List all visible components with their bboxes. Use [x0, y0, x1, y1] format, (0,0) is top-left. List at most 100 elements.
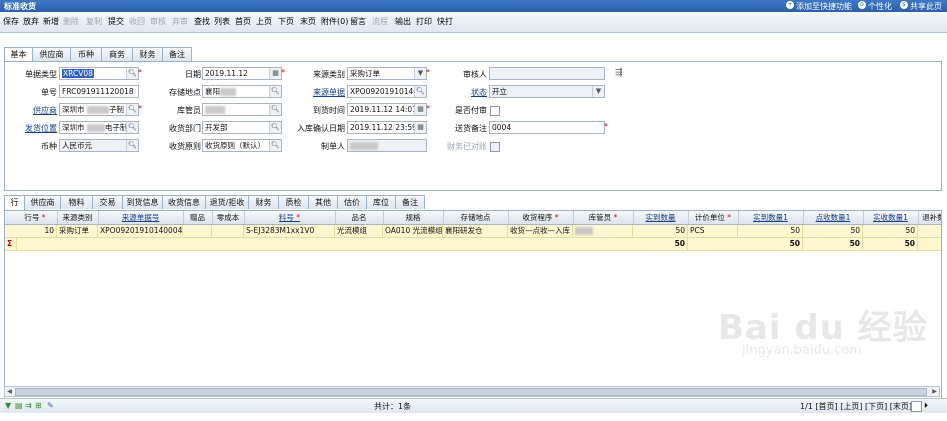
table-cell[interactable]: 采购订单	[57, 225, 98, 237]
filter-icon[interactable]: ▼	[5, 401, 11, 410]
edit-icon[interactable]: ✎	[47, 401, 54, 410]
table-cell[interactable]: 10	[13, 225, 57, 237]
ship-from-label[interactable]: 发货位置	[5, 123, 57, 134]
recv-dept-field[interactable]: 开发部 🔍︎	[202, 121, 282, 134]
table-cell[interactable]	[918, 225, 941, 237]
column-header[interactable]: 计价单位 *	[688, 211, 739, 224]
line-tab[interactable]: 质检	[278, 195, 309, 209]
line-tab[interactable]: 供应商	[24, 195, 61, 209]
calendar-icon[interactable]: ▦	[414, 104, 426, 115]
table-cell[interactable]: 50	[863, 225, 918, 237]
table-cell[interactable]: 50	[803, 225, 863, 237]
storage-field[interactable]: 襄阳 🔍︎	[202, 85, 282, 98]
date-field[interactable]: 2019.11.12 ▦	[202, 67, 282, 80]
toolbar-button[interactable]: 快打	[437, 16, 453, 27]
share-page-link[interactable]: s 共享此页	[900, 1, 942, 12]
toolbar-button[interactable]: 查找	[194, 16, 210, 27]
insert-row-icon[interactable]: ⇉	[25, 401, 32, 410]
column-header[interactable]: 存储地点	[443, 211, 509, 224]
column-header[interactable]: 库管员 *	[573, 211, 634, 224]
personalize-link[interactable]: o 个性化	[858, 1, 892, 12]
table-cell[interactable]: 襄阳研发仓	[443, 225, 508, 237]
header-tab[interactable]: 备注	[162, 47, 192, 61]
column-header[interactable]: 实收数量1	[863, 211, 919, 224]
search-icon[interactable]: 🔍︎	[126, 68, 138, 79]
search-icon[interactable]: 🔍︎	[269, 122, 281, 133]
scroll-thumb[interactable]	[15, 388, 927, 396]
line-tab[interactable]: 退货/拒收	[205, 195, 249, 209]
table-row[interactable]: 10 采购订单 XPO09201910140004... S-EJ3283M1xx1V…	[5, 225, 941, 238]
status-label[interactable]: 状态	[433, 87, 487, 98]
chevron-down-icon[interactable]: ▼	[414, 68, 426, 79]
line-tab[interactable]: 收货信息	[162, 195, 206, 209]
column-header[interactable]: 品名	[335, 211, 384, 224]
search-icon[interactable]: 🔍︎	[126, 140, 138, 151]
line-tab[interactable]: 行	[4, 195, 25, 210]
table-cell[interactable]: 收货—点收—入库	[508, 225, 573, 237]
horizontal-scrollbar[interactable]: ◀ ▶	[4, 386, 940, 397]
page-input[interactable]	[911, 401, 922, 412]
toolbar-button[interactable]: 首页	[235, 16, 251, 27]
src-type-select[interactable]: 采购订单 ▼	[347, 67, 427, 80]
toolbar-button[interactable]: 留言	[350, 16, 366, 27]
line-tab[interactable]: 财务	[248, 195, 279, 209]
column-header[interactable]: 赠品	[183, 211, 213, 224]
calendar-icon[interactable]: ▦	[414, 122, 426, 133]
column-header[interactable]: 点收数量1	[803, 211, 864, 224]
line-tab[interactable]: 物料	[60, 195, 93, 209]
table-cell[interactable]: XPO09201910140004...	[98, 225, 183, 237]
line-tab[interactable]: 备注	[395, 195, 425, 209]
table-cell[interactable]: 50	[633, 225, 688, 237]
header-tab[interactable]: 基本	[4, 47, 33, 62]
tree-expand-icon[interactable]: ⇶	[615, 68, 623, 78]
go-icon[interactable]: ⏵	[924, 401, 928, 411]
currency-field[interactable]: 人民币元 🔍︎	[59, 139, 139, 152]
keeper-field[interactable]: 🔍︎	[202, 103, 282, 116]
column-header[interactable]: 实到数量1	[738, 211, 804, 224]
src-doc-field[interactable]: XPO09201910140004 🔍︎	[347, 85, 427, 98]
recv-rule-field[interactable]: 收货原则（默认） 🔍︎	[202, 139, 282, 152]
search-icon[interactable]: 🔍︎	[414, 86, 426, 97]
toolbar-button[interactable]: 放弃	[23, 16, 39, 27]
column-header[interactable]: 零成本	[212, 211, 245, 224]
add-row-icon[interactable]: ▤	[15, 401, 23, 410]
table-cell[interactable]: 光流模组	[335, 225, 383, 237]
header-tab[interactable]: 币种	[70, 47, 102, 61]
column-header[interactable]: 行号 *	[13, 211, 58, 224]
column-header[interactable]: 来源类别	[57, 211, 99, 224]
ship-note-field[interactable]: 0004	[489, 121, 605, 134]
copy-row-icon[interactable]: ⊞	[35, 401, 42, 410]
column-header[interactable]: 退补数	[918, 211, 941, 224]
ship-from-field[interactable]: 深圳市 电子制 🔍︎	[59, 121, 139, 134]
add-shortcut-link[interactable]: + 添加至快捷功能	[786, 1, 852, 12]
arrive-time-field[interactable]: 2019.11.12 14:01:35 ▦	[347, 103, 427, 116]
table-cell[interactable]	[212, 225, 244, 237]
toolbar-button[interactable]: 提交	[108, 16, 124, 27]
search-icon[interactable]: 🔍︎	[269, 104, 281, 115]
column-header[interactable]: 收货程序 *	[508, 211, 574, 224]
column-header[interactable]: 实到数量	[633, 211, 689, 224]
toolbar-button[interactable]: 下页	[278, 16, 294, 27]
line-tab[interactable]: 其他	[308, 195, 338, 209]
table-cell[interactable]: 50	[738, 225, 803, 237]
doc-no-field[interactable]: FRC091911120018	[59, 85, 139, 98]
scroll-left-icon[interactable]: ◀	[5, 387, 14, 396]
table-cell[interactable]: OA010 光流模组...	[383, 225, 443, 237]
toolbar-button[interactable]: 末页	[300, 16, 316, 27]
header-tab[interactable]: 商务	[101, 47, 133, 61]
toolbar-button[interactable]: 列表	[214, 16, 230, 27]
search-icon[interactable]: 🔍︎	[126, 104, 138, 115]
supplier-label[interactable]: 供应商	[5, 105, 57, 116]
toolbar-button[interactable]: 附件(0)	[321, 16, 348, 27]
line-tab[interactable]: 估价	[337, 195, 367, 209]
column-header[interactable]: 料号 *	[244, 211, 336, 224]
toolbar-button[interactable]: 打印	[416, 16, 432, 27]
scroll-right-icon[interactable]: ▶	[930, 387, 939, 396]
pager[interactable]: 1/1 [首页] [上页] [下页] [末页]	[800, 401, 912, 412]
search-icon[interactable]: 🔍︎	[126, 122, 138, 133]
calendar-icon[interactable]: ▦	[269, 68, 281, 79]
table-cell[interactable]	[183, 225, 212, 237]
toolbar-button[interactable]: 新增	[43, 16, 59, 27]
line-tab[interactable]: 库位	[366, 195, 396, 209]
table-cell[interactable]: S-EJ3283M1xx1V0	[244, 225, 335, 237]
